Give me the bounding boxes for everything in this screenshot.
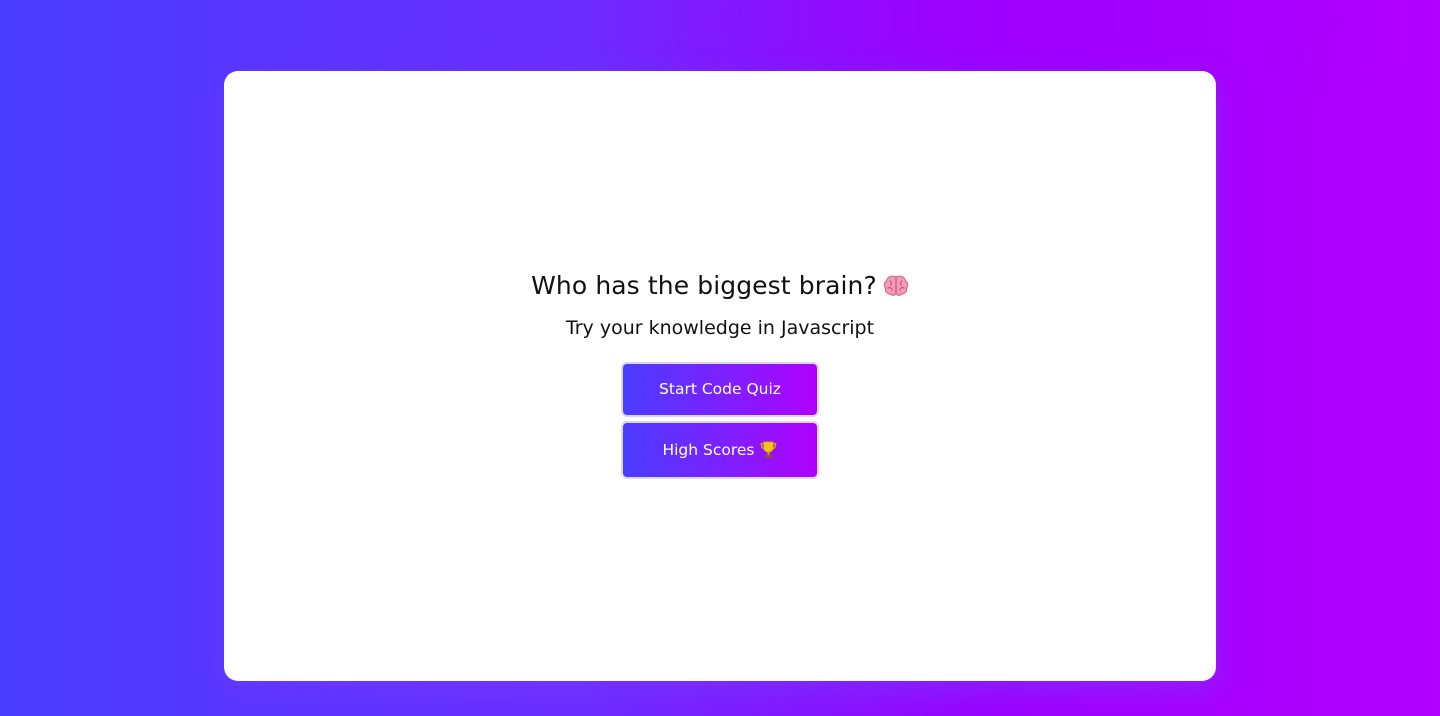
page-subtitle: Try your knowledge in Javascript [565, 316, 875, 339]
brain-icon [883, 275, 909, 296]
trophy-icon [760, 441, 776, 458]
page-title-text: Who has the biggest brain? [531, 270, 877, 300]
start-quiz-button[interactable]: Start Code Quiz [620, 361, 819, 417]
start-quiz-label: Start Code Quiz [659, 380, 781, 398]
high-scores-label: High Scores [662, 440, 755, 459]
quiz-card: Who has the biggest brain? Try your know… [224, 71, 1216, 681]
high-scores-button[interactable]: High Scores [620, 420, 819, 479]
page-title: Who has the biggest brain? [531, 270, 909, 302]
welcome-section: Who has the biggest brain? Try your know… [531, 270, 909, 479]
